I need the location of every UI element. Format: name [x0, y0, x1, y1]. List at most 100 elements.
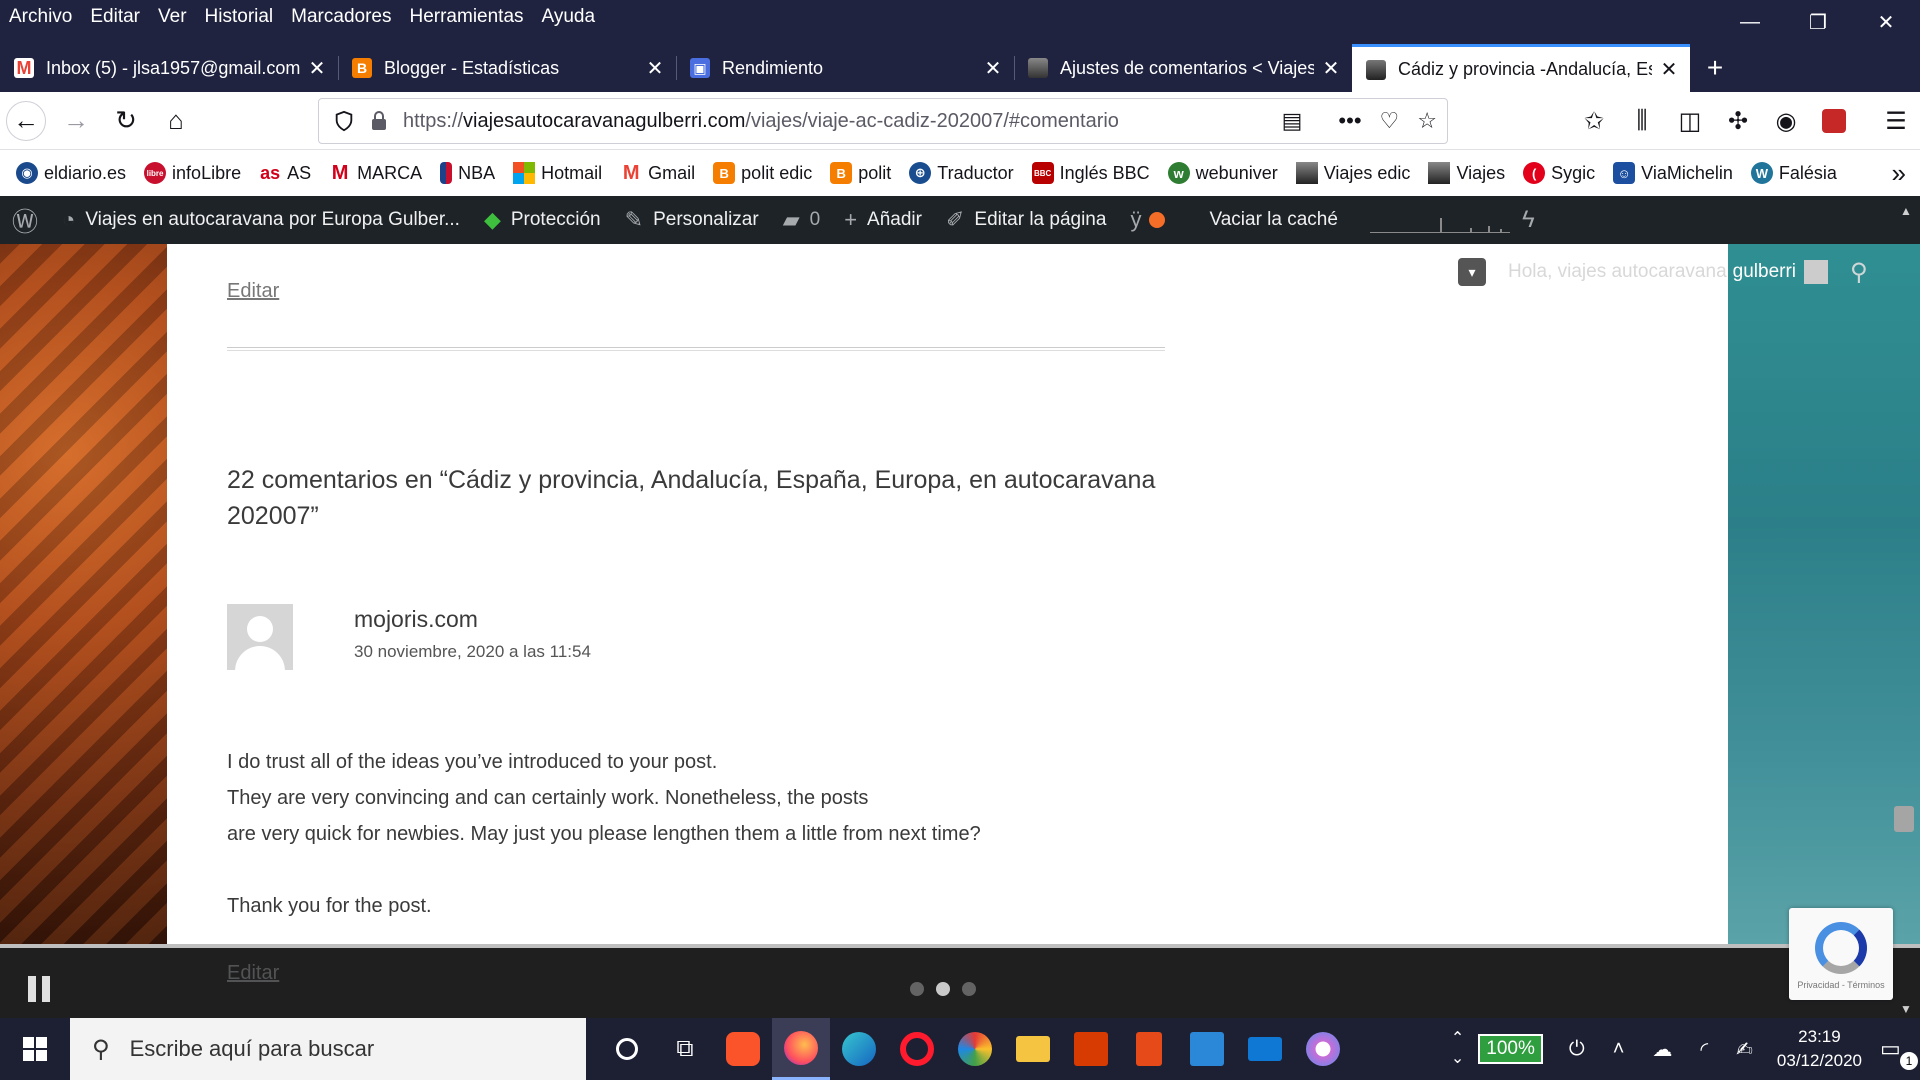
ublock-icon[interactable] — [1810, 101, 1858, 141]
scroll-up-arrow[interactable]: ▲ — [1900, 204, 1912, 218]
taskbar-paint[interactable] — [946, 1018, 1004, 1080]
add-new-link[interactable]: + Añadir — [832, 207, 934, 233]
hamburger-menu-icon[interactable]: ☰ — [1872, 101, 1920, 141]
scroll-down-arrow[interactable]: ▼ — [1900, 1002, 1912, 1016]
protection-link[interactable]: ◆ Protección — [472, 207, 613, 233]
close-icon[interactable]: ✕ — [1658, 57, 1680, 82]
url-bar[interactable]: https://viajesautocaravanagulberri.com/v… — [318, 98, 1448, 144]
bookmark-infolibre[interactable]: libre infoLibre — [144, 162, 241, 184]
yoast-link[interactable]: ÿ — [1118, 207, 1197, 233]
search-icon[interactable]: ⚲ — [1850, 258, 1868, 287]
menu-ayuda[interactable]: Ayuda — [533, 6, 605, 28]
menu-archivo[interactable]: Archivo — [0, 6, 81, 28]
close-icon[interactable]: ✕ — [644, 56, 666, 81]
bookmark-polit[interactable]: Bpolit — [830, 162, 891, 184]
recaptcha-badge[interactable]: Privacidad - Términos — [1789, 908, 1893, 1000]
scrollbar-thumb[interactable] — [1894, 806, 1914, 832]
bookmark-star-icon[interactable]: ☆ — [1417, 108, 1437, 134]
slide-dot[interactable] — [910, 982, 924, 996]
taskbar-explorer[interactable] — [1004, 1018, 1062, 1080]
bookmark-hotmail[interactable]: Hotmail — [513, 162, 602, 184]
clock[interactable]: 23:19 03/12/2020 — [1777, 1025, 1862, 1073]
bookmark-viamichelin[interactable]: ☺ ViaMichelin — [1613, 162, 1733, 184]
bookmark-viajes-edic[interactable]: Viajes edic — [1295, 162, 1410, 184]
comment-date[interactable]: 30 noviembre, 2020 a las 11:54 — [354, 642, 591, 662]
menu-marcadores[interactable]: Marcadores — [282, 6, 400, 28]
bookmark-falesia[interactable]: W Falésia — [1750, 162, 1837, 184]
close-icon[interactable]: ✕ — [1320, 56, 1342, 81]
start-button[interactable] — [0, 1018, 70, 1080]
bookmark-polit-edic[interactable]: Bpolit edic — [713, 162, 812, 184]
bookmark-marca[interactable]: M MARCA — [329, 162, 422, 184]
menu-ver[interactable]: Ver — [149, 6, 196, 28]
tray-scroll-icon[interactable]: ⌃ ⌄ — [1451, 1029, 1464, 1069]
site-name-link[interactable]: ◔ Viajes en autocaravana por Europa Gulbe… — [50, 207, 472, 233]
comments-link[interactable]: ▰ 0 — [771, 207, 833, 233]
tab-cadiz-active[interactable]: Cádiz y provincia -Andalucía, España ✕ — [1352, 44, 1690, 92]
recaptcha-text[interactable]: Privacidad - Términos — [1789, 980, 1893, 990]
bookmark-gmail[interactable]: M Gmail — [620, 162, 695, 184]
wordpress-logo-button[interactable]: Ⓦ — [0, 202, 50, 239]
minimize-button[interactable]: — — [1716, 0, 1784, 44]
bookmark-ingles-bbc[interactable]: BBC Inglés BBC — [1031, 162, 1150, 184]
task-view-button[interactable]: ⧉ — [656, 1018, 714, 1080]
extensions-icon[interactable]: ✣ — [1714, 101, 1762, 141]
more-bookmarks-icon[interactable]: » — [1892, 158, 1906, 189]
pocket-icon[interactable]: ♡ — [1380, 108, 1400, 134]
new-tab-button[interactable]: + — [1690, 44, 1740, 92]
shield-icon[interactable] — [333, 110, 355, 132]
reader-view-icon[interactable]: ▤ — [1282, 108, 1303, 134]
close-window-button[interactable]: ✕ — [1852, 0, 1920, 44]
page-actions-icon[interactable]: ••• — [1338, 108, 1361, 134]
bookmark-webuniver[interactable]: w webuniver — [1167, 162, 1278, 184]
bookmark-nba[interactable]: NBA — [440, 162, 495, 184]
tab-rendimiento[interactable]: ▣ Rendimiento ✕ — [676, 44, 1014, 92]
onedrive-icon[interactable]: ☁ — [1652, 1037, 1672, 1062]
edit-page-link[interactable]: ✐ Editar la página — [934, 207, 1118, 233]
customize-link[interactable]: ✎ Personalizar — [613, 207, 771, 233]
forward-button[interactable]: → — [56, 101, 96, 141]
user-name[interactable]: gulberri — [1733, 261, 1796, 283]
bookmark-eldiario[interactable]: ◉ eldiario.es — [16, 162, 126, 184]
menu-historial[interactable]: Historial — [196, 6, 283, 28]
tab-gmail[interactable]: M Inbox (5) - jlsa1957@gmail.com ✕ — [0, 44, 338, 92]
tab-ajustes-comentarios[interactable]: Ajustes de comentarios < Viajes ✕ — [1014, 44, 1352, 92]
taskbar-opera[interactable] — [888, 1018, 946, 1080]
comment-author[interactable]: mojoris.com — [354, 606, 478, 633]
menu-herramientas[interactable]: Herramientas — [400, 6, 532, 28]
bookmark-viajes[interactable]: Viajes — [1428, 162, 1505, 184]
taskbar-mail[interactable] — [1236, 1018, 1294, 1080]
show-hidden-icons[interactable]: ˄ — [1613, 1038, 1625, 1061]
clear-cache-link[interactable]: Vaciar la caché — [1197, 209, 1350, 231]
taskbar-photos[interactable] — [1178, 1018, 1236, 1080]
performance-link[interactable]: ϟ — [1510, 206, 1557, 234]
battery-indicator[interactable]: 100% — [1478, 1034, 1543, 1064]
restore-button[interactable]: ❐ — [1784, 0, 1852, 44]
account-icon[interactable]: ◉ — [1762, 101, 1810, 141]
library-icon[interactable]: ⫼ — [1618, 101, 1666, 141]
bookmark-as[interactable]: as AS — [259, 162, 311, 184]
taskbar-brave[interactable] — [714, 1018, 772, 1080]
tab-blogger[interactable]: B Blogger - Estadísticas ✕ — [338, 44, 676, 92]
comment-edit-link[interactable]: Editar — [227, 962, 279, 985]
notification-center-icon[interactable]: ▭ 1 — [1880, 1036, 1920, 1070]
taskbar-search[interactable]: ⚲ Escribe aquí para buscar — [70, 1018, 586, 1080]
reload-button[interactable]: ↻ — [106, 101, 146, 141]
taskbar-edge[interactable] — [830, 1018, 888, 1080]
stats-sparkline[interactable] — [1369, 207, 1510, 233]
sidebar-icon[interactable]: ◫ — [1666, 101, 1714, 141]
slide-dot[interactable] — [962, 982, 976, 996]
menu-editar[interactable]: Editar — [81, 6, 149, 28]
taskbar-firefox[interactable] — [772, 1018, 830, 1080]
close-icon[interactable]: ✕ — [306, 56, 328, 81]
taskbar-powerpoint[interactable] — [1120, 1018, 1178, 1080]
user-avatar[interactable] — [1804, 260, 1829, 284]
bookmark-traductor[interactable]: ⊕ Traductor — [909, 162, 1014, 184]
home-button[interactable]: ⌂ — [156, 101, 196, 141]
edit-post-link[interactable]: Editar — [227, 280, 279, 303]
taskbar-itunes[interactable] — [1294, 1018, 1352, 1080]
pause-icon[interactable] — [28, 976, 50, 1002]
comment-bubble-icon[interactable]: ▾ — [1458, 258, 1486, 286]
lock-icon[interactable] — [369, 110, 389, 132]
user-greeting[interactable]: Hola, viajes autocaravana — [1508, 261, 1727, 283]
